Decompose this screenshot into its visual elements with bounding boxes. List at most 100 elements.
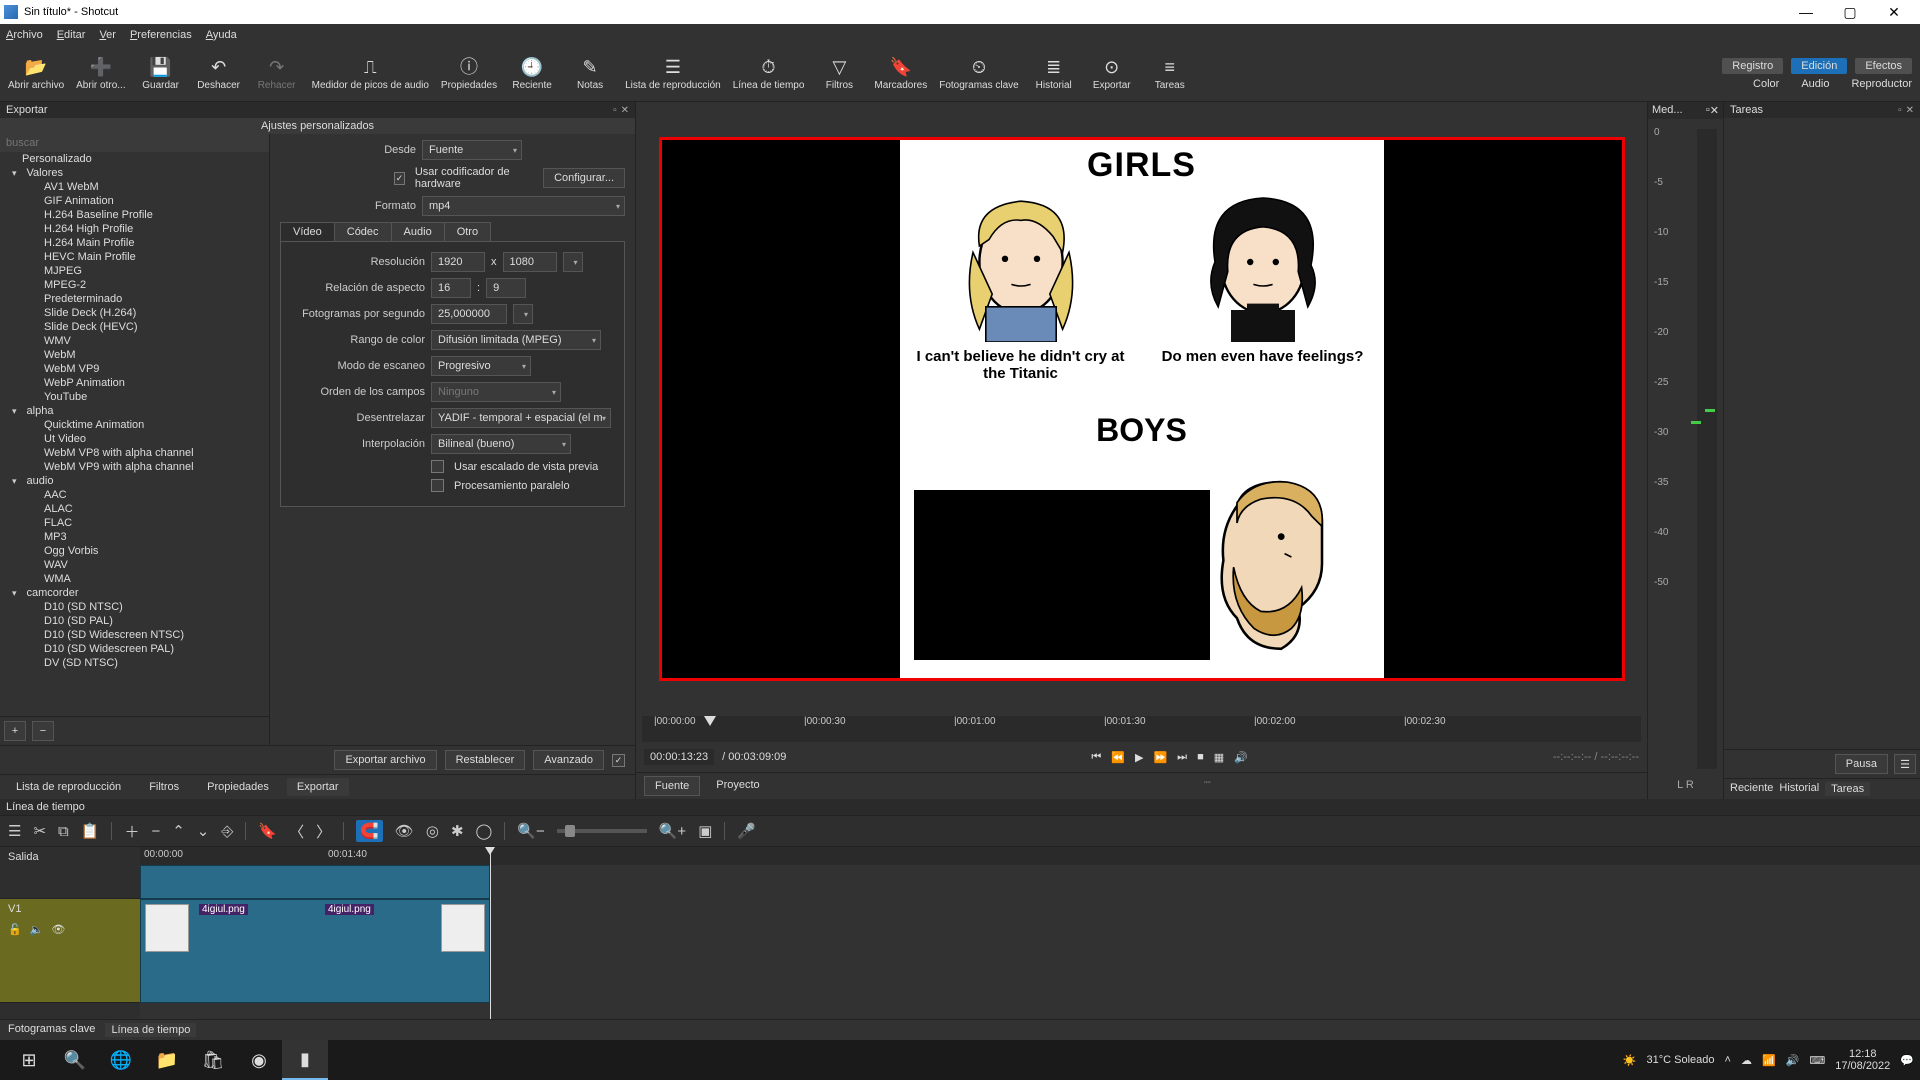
preset-av1-webm[interactable]: AV1 WebM (0, 180, 269, 194)
preset-webm-vp9-with-alpha-channel[interactable]: WebM VP9 with alpha channel (0, 460, 269, 474)
tab-filtros[interactable]: Filtros (139, 778, 189, 796)
preset-webm-vp8-with-alpha-channel[interactable]: WebM VP8 with alpha channel (0, 446, 269, 460)
tareas-undock-icon[interactable]: ▫ (1898, 105, 1902, 116)
toolbar-abrir-otro-[interactable]: ➕Abrir otro... (76, 56, 125, 91)
preset-flac[interactable]: FLAC (0, 516, 269, 530)
tl-snap-icon[interactable]: 🧲 (356, 820, 383, 842)
tray-lang-icon[interactable]: ⌨ (1809, 1054, 1825, 1067)
menu-ayuda[interactable]: Ayuda (206, 29, 237, 41)
toolbar-l-nea-de-tiempo[interactable]: ⏱Línea de tiempo (733, 56, 805, 91)
tab-tareas[interactable]: Tareas (1825, 782, 1870, 796)
preset-h-264-main-profile[interactable]: H.264 Main Profile (0, 236, 269, 250)
preset-h-264-baseline-profile[interactable]: H.264 Baseline Profile (0, 208, 269, 222)
preset-mpeg-2[interactable]: MPEG-2 (0, 278, 269, 292)
preset-alac[interactable]: ALAC (0, 502, 269, 516)
tab-historial[interactable]: Historial (1779, 782, 1819, 796)
tareas-menu-button[interactable]: ☰ (1894, 754, 1916, 774)
res-preset-select[interactable] (563, 252, 583, 272)
play-icon[interactable]: ▶ (1135, 751, 1143, 764)
grid-icon[interactable]: ▦ (1214, 751, 1224, 764)
preset-camcorder[interactable]: camcorder (0, 586, 269, 600)
tl-lift-icon[interactable]: ⌃ (172, 822, 185, 840)
preset-gif-animation[interactable]: GIF Animation (0, 194, 269, 208)
tl-remove-icon[interactable]: − (151, 823, 160, 840)
menu-archivo[interactable]: Archivo (6, 29, 43, 41)
toolbar-abrir-archivo[interactable]: 📂Abrir archivo (8, 56, 64, 91)
escalado-checkbox[interactable] (431, 460, 444, 473)
preset-dv-sd-ntsc-[interactable]: DV (SD NTSC) (0, 656, 269, 670)
layout-color[interactable]: Color (1753, 78, 1779, 90)
fforward-icon[interactable]: ⏩ (1153, 751, 1167, 764)
tray-chevron-icon[interactable]: ˄ (1725, 1054, 1731, 1066)
layout-reproductor[interactable]: Reproductor (1851, 78, 1912, 90)
preset-h-264-high-profile[interactable]: H.264 High Profile (0, 222, 269, 236)
preset-d10-sd-widescreen-ntsc-[interactable]: D10 (SD Widescreen NTSC) (0, 628, 269, 642)
timeline-playhead[interactable] (490, 847, 491, 1019)
explorer-icon[interactable]: 📁 (144, 1040, 190, 1080)
exportar-archivo-button[interactable]: Exportar archivo (334, 750, 436, 770)
toolbar-fotogramas-clave[interactable]: ⏲Fotogramas clave (939, 56, 1018, 91)
timecode-current[interactable]: 00:00:13:23 (644, 749, 714, 765)
preset-ut-video[interactable]: Ut Video (0, 432, 269, 446)
skip-end-icon[interactable]: ⏭ (1177, 751, 1187, 764)
deint-select[interactable]: YADIF - temporal + espacial (el m (431, 408, 611, 428)
clip-salida[interactable] (140, 865, 490, 899)
tl-scrub-icon[interactable]: 👁 (395, 822, 414, 840)
hw-checkbox[interactable]: ✓ (394, 172, 405, 185)
store-icon[interactable]: 🛍 (190, 1040, 236, 1080)
restablecer-button[interactable]: Restablecer (445, 750, 526, 770)
layout-audio[interactable]: Audio (1801, 78, 1829, 90)
toolbar-propiedades[interactable]: ⓘPropiedades (441, 56, 497, 91)
paralelo-checkbox[interactable] (431, 479, 444, 492)
stop-icon[interactable]: ■ (1197, 751, 1204, 764)
mode-edición[interactable]: Edición (1791, 58, 1847, 74)
preset-valores[interactable]: Valores (0, 166, 269, 180)
tl-append-icon[interactable]: ＋ (124, 821, 139, 842)
shotcut-taskbar-icon[interactable]: ▮ (282, 1040, 328, 1080)
tl-zoomout-icon[interactable]: 🔍− (517, 822, 544, 840)
pausa-button[interactable]: Pausa (1835, 754, 1888, 774)
preset-d10-sd-ntsc-[interactable]: D10 (SD NTSC) (0, 600, 269, 614)
track-lock-icon[interactable]: 🔓 (8, 923, 22, 936)
preset-youtube[interactable]: YouTube (0, 390, 269, 404)
toolbar-deshacer[interactable]: ↶Deshacer (196, 56, 242, 91)
menu-editar[interactable]: Editar (57, 29, 86, 41)
res-h-input[interactable]: 1080 (503, 252, 557, 272)
toolbar-historial[interactable]: ≣Historial (1031, 56, 1077, 91)
preset-add-button[interactable]: + (4, 721, 26, 741)
tl-split-icon[interactable]: ⎆ (221, 823, 233, 840)
volume-icon[interactable]: 🔊 (1234, 751, 1248, 764)
track-hide-icon[interactable]: 👁 (51, 923, 65, 936)
weather-icon[interactable]: ☀️ (1623, 1054, 1637, 1067)
weather-text[interactable]: 31°C Soleado (1646, 1054, 1714, 1066)
preset-slide-deck-h-264-[interactable]: Slide Deck (H.264) (0, 306, 269, 320)
tab-reciente[interactable]: Reciente (1730, 782, 1773, 796)
tl-rippleall-icon[interactable]: ✱ (451, 822, 464, 840)
preset-aac[interactable]: AAC (0, 488, 269, 502)
minimize-button[interactable]: — (1784, 1, 1828, 23)
tl-overwrite-icon[interactable]: ⌄ (197, 822, 210, 840)
toolbar-rehacer[interactable]: ↷Rehacer (254, 56, 300, 91)
panel-undock-icon[interactable]: ▫ (613, 105, 617, 116)
tray-volume-icon[interactable]: 🔊 (1786, 1054, 1800, 1067)
tl-zoomfit-icon[interactable]: ▣ (698, 822, 712, 840)
tl-cut-icon[interactable]: ✂ (33, 822, 46, 840)
preset-wma[interactable]: WMA (0, 572, 269, 586)
preset-tree[interactable]: PersonalizadoValoresAV1 WebMGIF Animatio… (0, 152, 269, 716)
fps-input[interactable]: 25,000000 (431, 304, 507, 324)
tl-prev-icon[interactable]: 〈 (289, 821, 304, 842)
tab-fotogramas[interactable]: Fotogramas clave (8, 1023, 95, 1037)
preset-quicktime-animation[interactable]: Quicktime Animation (0, 418, 269, 432)
configurar-button[interactable]: Configurar... (543, 168, 625, 188)
preset-slide-deck-hevc-[interactable]: Slide Deck (HEVC) (0, 320, 269, 334)
toolbar-reciente[interactable]: 🕘Reciente (509, 56, 555, 91)
rango-select[interactable]: Difusión limitada (MPEG) (431, 330, 601, 350)
rewind-icon[interactable]: ⏪ (1111, 751, 1125, 764)
toolbar-medidor-de-picos-de-audio[interactable]: ⎍Medidor de picos de audio (312, 56, 429, 91)
tl-zoom-slider[interactable] (557, 829, 647, 833)
preset-mp3[interactable]: MP3 (0, 530, 269, 544)
maximize-button[interactable]: ▢ (1828, 1, 1872, 23)
tl-marker-icon[interactable]: 🔖 (258, 822, 277, 840)
tareas-close-icon[interactable]: ✕ (1906, 105, 1914, 116)
tray-notifications-icon[interactable]: 💬 (1900, 1054, 1914, 1067)
